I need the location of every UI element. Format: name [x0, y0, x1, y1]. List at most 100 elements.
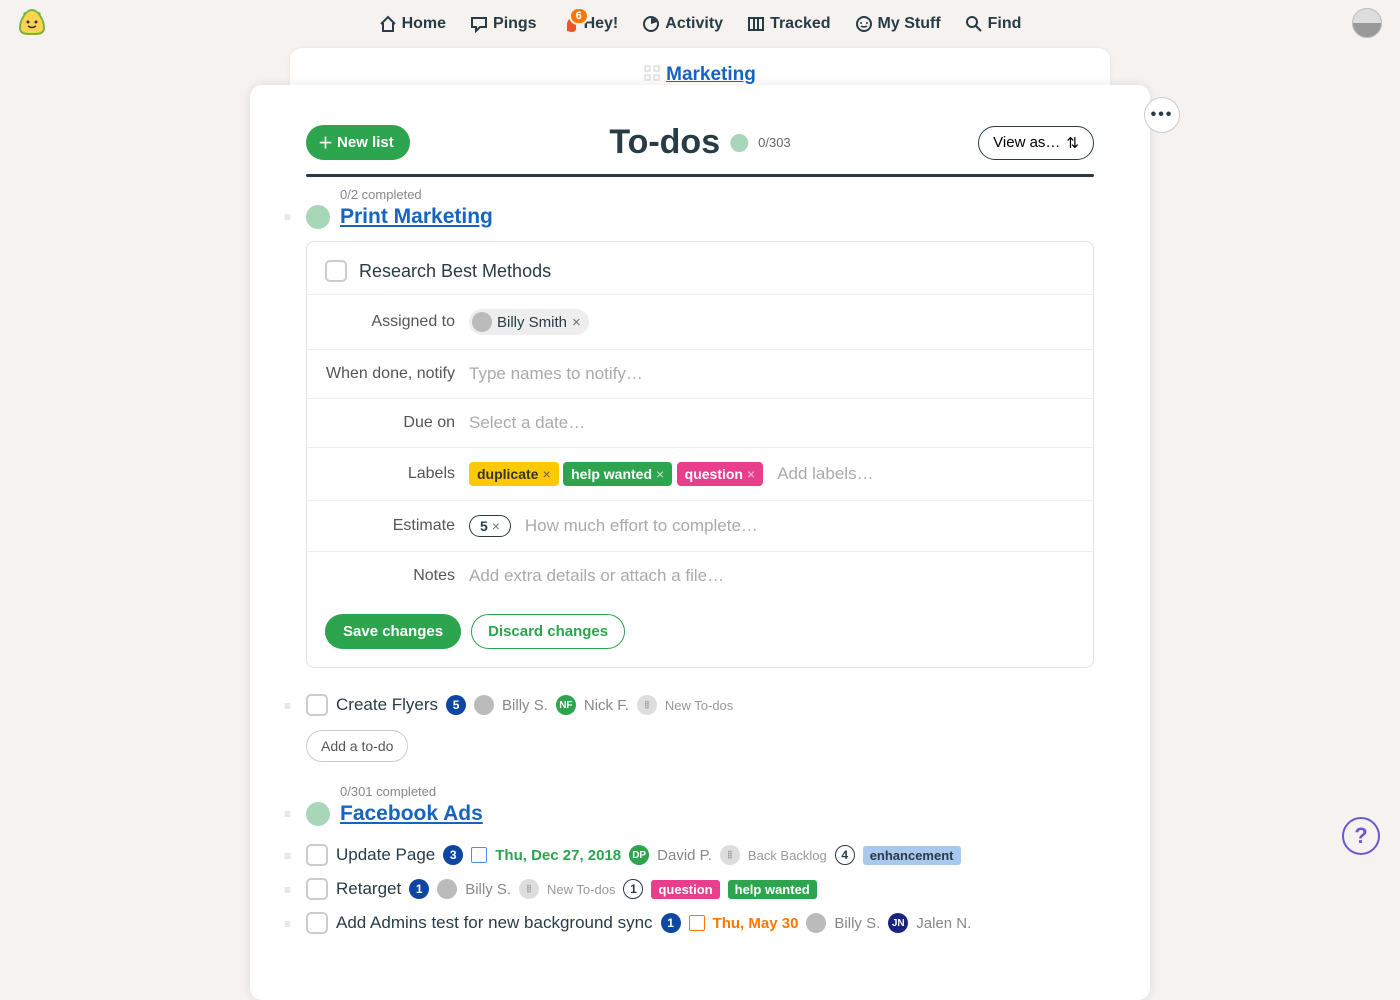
drag-handle-icon[interactable]: ≡ — [284, 699, 290, 713]
nav-find[interactable]: Find — [965, 15, 1022, 33]
remove-icon[interactable]: × — [656, 466, 664, 482]
view-as-label: View as… — [993, 134, 1060, 151]
nav-find-label: Find — [988, 15, 1022, 33]
todo-item[interactable]: ≡Retarget1Billy S.⦙⦙New To-dos1questionh… — [306, 872, 1094, 906]
mystuff-icon — [855, 15, 873, 33]
user-avatar[interactable] — [1352, 8, 1382, 38]
label-pill: enhancement — [863, 846, 961, 865]
notify-input[interactable]: Type names to notify… — [469, 364, 643, 384]
view-as-button[interactable]: View as…⇅ — [978, 126, 1094, 160]
nav-pings-label: Pings — [493, 15, 537, 33]
breadcrumb-link[interactable]: Marketing — [666, 64, 756, 86]
remove-icon[interactable]: × — [572, 314, 581, 331]
remove-icon[interactable]: × — [747, 466, 755, 482]
todo-checkbox[interactable] — [325, 260, 347, 282]
field-label: Notes — [325, 567, 455, 585]
count-badge: 1 — [661, 913, 681, 933]
avatar-initials: DP — [629, 845, 649, 865]
due-date: Thu, Dec 27, 2018 — [495, 847, 621, 864]
todo-item[interactable]: ≡Create Flyers5Billy S.NFNick F.⦙⦙New To… — [306, 688, 1094, 722]
todo-checkbox[interactable] — [306, 912, 328, 934]
calendar-icon — [689, 915, 705, 931]
discard-button[interactable]: Discard changes — [471, 614, 625, 649]
avatar-initials: NF — [556, 695, 576, 715]
estimate-chip[interactable]: 5 × — [469, 515, 511, 537]
list-progress-icon — [306, 205, 330, 229]
tracked-icon — [747, 15, 765, 33]
todo-title: Add Admins test for new background sync — [336, 913, 653, 933]
nav-tracked[interactable]: Tracked — [747, 15, 830, 33]
stage-label: Back Backlog — [748, 848, 827, 863]
save-button[interactable]: Save changes — [325, 614, 461, 649]
estimate-badge: 4 — [835, 845, 855, 865]
label-pill: question — [651, 880, 719, 899]
notes-input[interactable]: Add extra details or attach a file… — [469, 566, 724, 586]
completed-count: 0/301 completed — [340, 784, 436, 799]
todo-item[interactable]: ≡Add Admins test for new background sync… — [306, 906, 1094, 940]
new-list-label: New list — [337, 134, 394, 151]
assignee-name: David P. — [657, 847, 712, 864]
field-label: Assigned to — [325, 313, 455, 331]
help-button[interactable]: ? — [1342, 817, 1380, 855]
stage-icon: ⦙⦙ — [720, 845, 740, 865]
nav-home-label: Home — [402, 15, 446, 33]
field-label: Due on — [325, 414, 455, 432]
home-icon — [379, 15, 397, 33]
nav-hey-label: Hey! — [584, 15, 619, 33]
list-header: ≡0/2 completedPrint Marketing — [306, 205, 1094, 229]
todo-checkbox[interactable] — [306, 878, 328, 900]
new-list-button[interactable]: ＋New list — [306, 125, 410, 160]
drag-handle-icon[interactable]: ≡ — [284, 883, 290, 897]
add-todo-button[interactable]: Add a to-do — [306, 730, 408, 762]
logo[interactable] — [16, 8, 48, 36]
assignee-name: Billy S. — [502, 697, 548, 714]
header-row: ＋New list To-dos 0/303 View as…⇅ — [250, 125, 1150, 174]
due-input[interactable]: Select a date… — [469, 413, 585, 433]
labels-container: duplicate × help wanted × question × — [469, 462, 763, 486]
drag-handle-icon[interactable]: ≡ — [284, 849, 290, 863]
count-badge: 5 — [446, 695, 466, 715]
assignee-name: Billy S. — [834, 915, 880, 932]
label-pill[interactable]: question × — [677, 462, 764, 486]
assignee-chip[interactable]: Billy Smith × — [469, 309, 589, 335]
nav-activity[interactable]: Activity — [642, 15, 723, 33]
todo-title: Update Page — [336, 845, 435, 865]
todo-item[interactable]: ≡Update Page3Thu, Dec 27, 2018DPDavid P.… — [306, 838, 1094, 872]
list-title-link[interactable]: Facebook Ads — [340, 802, 483, 826]
remove-icon[interactable]: × — [492, 518, 500, 534]
todo-title: Retarget — [336, 879, 401, 899]
assignee-name: Nick F. — [584, 697, 629, 714]
avatar-icon — [472, 312, 492, 332]
nav-pings[interactable]: Pings — [470, 15, 537, 33]
avatar-icon — [437, 879, 457, 899]
list-title-link[interactable]: Print Marketing — [340, 205, 493, 229]
nav-mystuff[interactable]: My Stuff — [855, 15, 941, 33]
grid-icon — [644, 65, 660, 86]
label-pill[interactable]: duplicate × — [469, 462, 559, 486]
pings-icon — [470, 15, 488, 33]
nav-hey[interactable]: 6 Hey! — [561, 15, 619, 33]
drag-handle-icon[interactable]: ≡ — [284, 210, 290, 224]
nav-tracked-label: Tracked — [770, 15, 830, 33]
estimate-input[interactable]: How much effort to complete… — [525, 516, 758, 536]
avatar-initials: JN — [888, 913, 908, 933]
stage-label: New To-dos — [547, 882, 615, 897]
stage-icon: ⦙⦙ — [637, 695, 657, 715]
avatar-icon — [474, 695, 494, 715]
drag-handle-icon[interactable]: ≡ — [284, 917, 290, 931]
todo-checkbox[interactable] — [306, 844, 328, 866]
nav-home[interactable]: Home — [379, 15, 446, 33]
todo-title[interactable]: Research Best Methods — [359, 261, 551, 282]
label-pill[interactable]: help wanted × — [563, 462, 672, 486]
completed-count: 0/2 completed — [340, 187, 422, 202]
labels-input[interactable]: Add labels… — [777, 464, 873, 484]
divider — [306, 174, 1094, 177]
todo-checkbox[interactable] — [306, 694, 328, 716]
main-card: ••• ＋New list To-dos 0/303 View as…⇅ ≡0/… — [250, 85, 1150, 1000]
drag-handle-icon[interactable]: ≡ — [284, 807, 290, 821]
assignee-name: Billy S. — [465, 881, 511, 898]
stage-label: New To-dos — [665, 698, 733, 713]
stage-icon: ⦙⦙ — [519, 879, 539, 899]
remove-icon[interactable]: × — [542, 466, 550, 482]
list-header: ≡0/301 completedFacebook Ads — [306, 802, 1094, 826]
